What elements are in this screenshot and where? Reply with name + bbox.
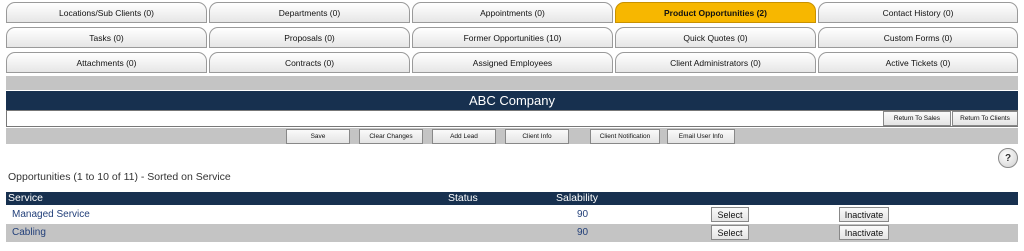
select-button[interactable]: Select [711,225,749,240]
service-link[interactable]: Cabling [12,224,46,242]
tab-divider-band [6,76,1018,90]
column-header-service[interactable]: Service [8,192,43,205]
tab-quick-quotes[interactable]: Quick Quotes (0) [615,27,816,48]
return-to-sales-button[interactable]: Return To Sales [883,111,951,126]
action-toolbar: Save Clear Changes Add Lead Client Info … [6,128,1018,144]
return-to-clients-button[interactable]: Return To Clients [952,111,1018,126]
inactivate-button[interactable]: Inactivate [839,225,889,240]
tab-custom-forms[interactable]: Custom Forms (0) [818,27,1018,48]
salability-cell: 90 [577,209,589,220]
client-notification-button[interactable]: Client Notification [590,129,660,144]
salability-cell: 90 [577,227,589,238]
tab-contracts[interactable]: Contracts (0) [209,52,410,73]
table-header: Service Status Salability [6,192,1018,205]
clear-changes-button[interactable]: Clear Changes [359,129,423,144]
tab-tasks[interactable]: Tasks (0) [6,27,207,48]
tab-proposals[interactable]: Proposals (0) [209,27,410,48]
tab-assigned-employees[interactable]: Assigned Employees [412,52,613,73]
save-button[interactable]: Save [286,129,350,144]
email-user-info-button[interactable]: Email User Info [667,129,735,144]
select-button[interactable]: Select [711,207,749,222]
service-link[interactable]: Managed Service [12,206,90,224]
return-toolbar: Return To Sales Return To Clients [6,110,1018,127]
tab-row-2: Tasks (0) Proposals (0) Former Opportuni… [6,25,1018,50]
tab-row-3: Attachments (0) Contracts (0) Assigned E… [6,50,1018,75]
tab-appointments[interactable]: Appointments (0) [412,2,613,23]
tab-attachments[interactable]: Attachments (0) [6,52,207,73]
tab-product-opportunities[interactable]: Product Opportunities (2) [615,2,816,23]
tab-locations[interactable]: Locations/Sub Clients (0) [6,2,207,23]
table-row: Managed Service 90 Select Inactivate [6,206,1018,224]
help-icon[interactable]: ? [998,148,1018,168]
add-lead-button[interactable]: Add Lead [432,129,496,144]
tab-departments[interactable]: Departments (0) [209,2,410,23]
tab-former-opportunities[interactable]: Former Opportunities (10) [412,27,613,48]
tab-row-1: Locations/Sub Clients (0) Departments (0… [6,0,1018,25]
tab-contact-history[interactable]: Contact History (0) [818,2,1018,23]
company-name: ABC Company [469,93,555,108]
opportunities-title: Opportunities (1 to 10 of 11) - Sorted o… [8,171,231,183]
tab-client-administrators[interactable]: Client Administrators (0) [615,52,816,73]
table-row: Cabling 90 Select Inactivate [6,224,1018,242]
inactivate-button[interactable]: Inactivate [839,207,889,222]
column-header-status[interactable]: Status [448,192,478,205]
column-header-salability[interactable]: Salability [556,192,598,205]
tab-active-tickets[interactable]: Active Tickets (0) [818,52,1018,73]
client-info-button[interactable]: Client Info [505,129,569,144]
tab-strip: Locations/Sub Clients (0) Departments (0… [6,0,1018,75]
company-header: ABC Company [6,91,1018,110]
